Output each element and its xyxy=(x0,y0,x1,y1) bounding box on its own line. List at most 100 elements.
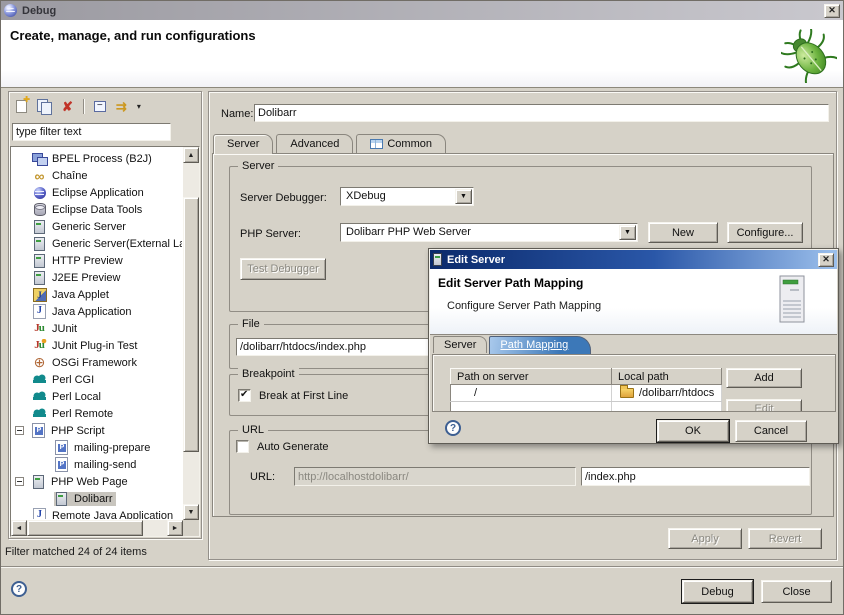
tree-item-remote-java-application[interactable]: Remote Java Application xyxy=(12,507,182,519)
collapse-all-icon[interactable] xyxy=(94,101,106,112)
tree-item-java-applet[interactable]: Java Applet xyxy=(12,286,182,303)
column-path-on-server[interactable]: Path on server xyxy=(451,369,612,385)
tree-item-http-preview[interactable]: HTTP Preview xyxy=(12,252,182,269)
tab-common[interactable]: Common xyxy=(356,134,446,153)
apply-button: Apply xyxy=(668,528,742,549)
collapse-expander-icon[interactable] xyxy=(15,477,24,486)
collapse-expander-icon[interactable] xyxy=(15,426,24,435)
tree-item-perl-local[interactable]: Perl Local xyxy=(12,388,182,405)
filter-menu-dropdown-icon[interactable]: ▾ xyxy=(137,102,141,111)
ok-button[interactable]: OK xyxy=(657,420,729,442)
delete-configuration-icon[interactable]: ✘ xyxy=(62,100,73,113)
url-path-field-wrap xyxy=(581,467,810,486)
edit-server-title: Edit Server xyxy=(447,254,818,266)
dialog-tab-server[interactable]: Server xyxy=(433,336,487,353)
tree-item-junit-plug-in-test[interactable]: JUnit Plug-in Test xyxy=(12,337,182,354)
vertical-scrollbar-thumb[interactable] xyxy=(183,197,199,452)
edit-server-tabs: Server Path Mapping xyxy=(433,336,593,353)
tree-item-perl-remote[interactable]: Perl Remote xyxy=(12,405,182,422)
close-button[interactable]: Close xyxy=(761,580,832,603)
breakpoint-group-title: Breakpoint xyxy=(238,368,299,380)
auto-generate-label: Auto Generate xyxy=(257,441,329,453)
tree-item-osgi-framework[interactable]: OSGi Framework xyxy=(12,354,182,371)
tree-vertical-scrollbar[interactable]: ▲ ▼ xyxy=(183,147,199,520)
edit-server-heading: Edit Server Path Mapping xyxy=(438,276,583,290)
edit-server-header: Edit Server Path Mapping Configure Serve… xyxy=(430,269,837,335)
tree-item-mailing-send[interactable]: mailing-send xyxy=(12,456,182,473)
eclipse-logo-icon xyxy=(4,4,17,17)
tree-item-j2ee-preview[interactable]: J2EE Preview xyxy=(12,269,182,286)
database-icon xyxy=(32,203,47,217)
name-field-wrap xyxy=(254,104,829,122)
filter-input[interactable] xyxy=(13,124,170,140)
osgi-icon xyxy=(32,356,47,370)
new-configuration-icon[interactable] xyxy=(16,100,27,113)
tree-item-php-script[interactable]: PHP Script xyxy=(12,422,182,439)
tree-item-eclipse-application[interactable]: Eclipse Application xyxy=(12,184,182,201)
server-icon xyxy=(31,475,46,489)
cancel-button[interactable]: Cancel xyxy=(735,420,807,442)
tree-item-generic-server-external-la[interactable]: Generic Server(External La xyxy=(12,235,182,252)
filter-input-wrap xyxy=(12,123,171,141)
tree-item-dolibarr[interactable]: Dolibarr xyxy=(12,490,182,507)
tree-item-java-application[interactable]: Java Application xyxy=(12,303,182,320)
auto-generate-checkbox[interactable] xyxy=(236,440,249,453)
combo-dropdown-icon[interactable] xyxy=(455,189,472,204)
configuration-tree: BPEL Process (B2J) Chaîne Eclipse Applic… xyxy=(10,146,200,537)
configure-server-button[interactable]: Configure... xyxy=(727,222,803,243)
tab-server[interactable]: Server xyxy=(213,134,273,154)
scroll-right-icon[interactable]: ► xyxy=(167,520,183,536)
sidebar-toolbar: ✘ ⇉ ▾ xyxy=(9,94,141,118)
tree-item-generic-server[interactable]: Generic Server xyxy=(12,218,182,235)
scroll-down-icon[interactable]: ▼ xyxy=(183,504,199,520)
tab-advanced[interactable]: Advanced xyxy=(276,134,353,153)
table-icon xyxy=(370,139,383,149)
dialog-banner: Create, manage, and run configurations xyxy=(1,20,843,88)
tree-item-junit[interactable]: JUnit xyxy=(12,320,182,337)
break-first-line-label: Break at First Line xyxy=(259,390,348,402)
folder-icon xyxy=(620,388,634,398)
new-server-button[interactable]: New xyxy=(648,222,718,243)
dialog-tab-path-mapping[interactable]: Path Mapping xyxy=(489,336,591,354)
tree-item-perl-cgi[interactable]: Perl CGI xyxy=(12,371,182,388)
name-input[interactable] xyxy=(255,105,828,121)
edit-server-close-button[interactable]: ✕ xyxy=(818,253,834,267)
dialog-help-icon[interactable] xyxy=(445,420,461,436)
duplicate-configuration-icon[interactable] xyxy=(37,99,52,113)
perl-icon xyxy=(32,407,47,421)
add-mapping-button[interactable]: Add xyxy=(726,368,802,388)
junit-icon xyxy=(32,322,47,336)
help-icon[interactable] xyxy=(11,581,27,597)
applet-icon xyxy=(32,288,47,302)
php-server-label: PHP Server: xyxy=(240,228,301,240)
tree-item-eclipse-data-tools[interactable]: Eclipse Data Tools xyxy=(12,201,182,218)
scroll-left-icon[interactable]: ◄ xyxy=(11,520,27,536)
window-titlebar[interactable]: Debug ✕ xyxy=(1,1,843,20)
tree-item-cha-ne[interactable]: Chaîne xyxy=(12,167,182,184)
tree-item-php-web-page[interactable]: PHP Web Page xyxy=(12,473,182,490)
url-path-input[interactable] xyxy=(582,468,809,485)
php-server-combo[interactable]: Dolibarr PHP Web Server xyxy=(340,223,638,242)
break-first-line-checkbox[interactable] xyxy=(238,389,251,402)
server-debugger-combo[interactable]: XDebug xyxy=(340,187,474,206)
combo-dropdown-icon[interactable] xyxy=(619,225,636,240)
tree-item-bpel-process-b2j-[interactable]: BPEL Process (B2J) xyxy=(12,150,182,167)
window-close-button[interactable]: ✕ xyxy=(824,4,840,18)
name-label: Name: xyxy=(221,108,253,120)
server-icon xyxy=(32,254,47,268)
filter-configurations-icon[interactable]: ⇉ xyxy=(116,100,127,113)
scroll-up-icon[interactable]: ▲ xyxy=(183,147,199,163)
scrollbar-corner xyxy=(183,520,199,536)
config-tabs: Server Advanced Common xyxy=(213,134,449,153)
revert-button: Revert xyxy=(748,528,822,549)
horizontal-scrollbar-thumb[interactable] xyxy=(27,520,143,536)
tree-horizontal-scrollbar[interactable]: ◄ ► xyxy=(11,520,183,536)
column-local-path[interactable]: Local path xyxy=(612,369,722,385)
server-icon xyxy=(32,271,47,285)
tree-item-mailing-prepare[interactable]: mailing-prepare xyxy=(12,439,182,456)
php-icon xyxy=(31,424,46,438)
path-mapping-table[interactable]: Path on server Local path / /dolibarr/ht… xyxy=(450,368,722,412)
edit-server-titlebar[interactable]: Edit Server ✕ xyxy=(430,250,837,269)
debug-button[interactable]: Debug xyxy=(682,580,753,603)
path-mapping-row[interactable]: / /dolibarr/htdocs xyxy=(451,385,722,402)
